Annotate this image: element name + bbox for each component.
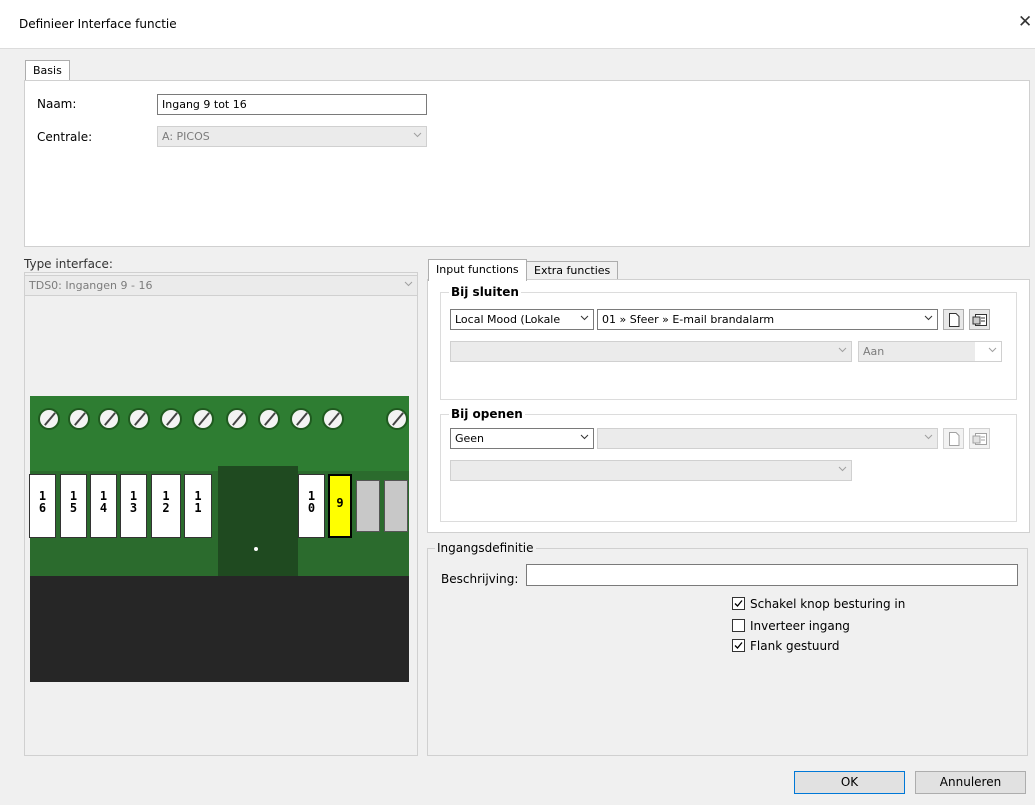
naam-label: Naam: (37, 97, 77, 111)
window-title: Definieer Interface functie (19, 17, 177, 31)
bij-sluiten-type-value: Local Mood (Lokale (455, 313, 561, 326)
type-interface-label: Type interface: (24, 257, 113, 271)
ok-button[interactable]: OK (794, 771, 905, 794)
checkbox-label: Schakel knop besturing in (750, 596, 906, 611)
pcb-top (30, 396, 409, 471)
type-interface-value: TDS0: Ingangen 9 - 16 (29, 279, 153, 292)
screw-icon (258, 408, 280, 430)
type-interface-select: TDS0: Ingangen 9 - 16 (24, 275, 418, 296)
checkbox-label: Flank gestuurd (750, 638, 840, 653)
chevron-down-icon (838, 464, 847, 473)
screw-icon (322, 408, 344, 430)
bij-sluiten-action-value: 01 » Sfeer » E-mail brandalarm (602, 313, 775, 326)
properties-icon (972, 313, 987, 326)
screw-icon (226, 408, 248, 430)
bij-openen-title: Bij openen (449, 407, 525, 421)
tab-extra-functies[interactable]: Extra functies (526, 261, 619, 280)
chevron-down-icon (404, 279, 413, 288)
pcb-dark-center (218, 466, 298, 576)
terminal-15[interactable]: 1 5 (60, 474, 87, 538)
bij-openen-action-select (597, 428, 938, 449)
checkbox-checked-icon[interactable] (732, 639, 745, 652)
checkbox-unchecked-icon[interactable] (732, 619, 745, 632)
checkbox-label: Inverteer ingang (750, 618, 850, 633)
bij-sluiten-state-select: Aan (858, 341, 1002, 362)
chevron-down-icon (924, 313, 933, 322)
checkbox-checked-icon[interactable] (732, 597, 745, 610)
chevron-down-icon (580, 313, 589, 322)
terminal-9[interactable]: 9 (328, 474, 352, 538)
new-document-button (943, 428, 964, 449)
chevron-down-icon (924, 432, 933, 441)
connector-block (384, 480, 408, 532)
bij-openen-type-select[interactable]: Geen (450, 428, 594, 449)
connector-block (356, 480, 380, 532)
document-icon (948, 431, 959, 446)
checkbox-flank-gestuurd[interactable]: Flank gestuurd (732, 638, 839, 653)
terminal-11[interactable]: 1 1 (184, 474, 212, 538)
beschrijving-label: Beschrijving: (441, 572, 519, 586)
checkbox-inverteer-ingang[interactable]: Inverteer ingang (732, 618, 850, 633)
properties-button (969, 428, 990, 449)
chevron-down-icon (413, 130, 422, 139)
document-icon (948, 312, 959, 327)
naam-input[interactable]: Ingang 9 tot 16 (157, 94, 427, 115)
bij-openen-type-value: Geen (455, 432, 485, 445)
centrale-select: A: PICOS (157, 126, 427, 147)
ingangsdefinitie-title: Ingangsdefinitie (435, 541, 536, 555)
bij-sluiten-type-select[interactable]: Local Mood (Lokale (450, 309, 594, 330)
screw-icon (68, 408, 90, 430)
screw-icon (192, 408, 214, 430)
terminal-12[interactable]: 1 2 (151, 474, 181, 538)
centrale-label: Centrale: (37, 130, 93, 144)
beschrijving-input[interactable] (526, 564, 1018, 586)
chevron-down-icon (988, 345, 997, 354)
cancel-button[interactable]: Annuleren (915, 771, 1026, 794)
centrale-value: A: PICOS (162, 130, 210, 143)
screw-icon (386, 408, 408, 430)
screw-icon (38, 408, 60, 430)
chevron-down-icon (580, 432, 589, 441)
screw-icon (290, 408, 312, 430)
terminal-10[interactable]: 1 0 (298, 474, 325, 538)
bij-sluiten-action-select[interactable]: 01 » Sfeer » E-mail brandalarm (597, 309, 938, 330)
screw-icon (160, 408, 182, 430)
bij-sluiten-sub-select (450, 341, 852, 362)
bij-openen-sub-select (450, 460, 852, 481)
screw-icon (98, 408, 120, 430)
chevron-down-icon (838, 345, 847, 354)
tab-input-functions[interactable]: Input functions (428, 259, 527, 281)
base (30, 576, 409, 682)
properties-icon (972, 432, 987, 445)
title-separator (0, 48, 1035, 49)
screw-icon (128, 408, 150, 430)
checkbox-schakel-knop[interactable]: Schakel knop besturing in (732, 596, 905, 611)
terminal-16[interactable]: 1 6 (29, 474, 56, 538)
terminal-14[interactable]: 1 4 (90, 474, 117, 538)
bij-sluiten-state-value: Aan (859, 342, 975, 361)
close-icon[interactable]: ✕ (1018, 14, 1032, 31)
new-document-button[interactable] (943, 309, 964, 330)
tab-basis[interactable]: Basis (25, 60, 70, 81)
terminal-13[interactable]: 1 3 (120, 474, 147, 538)
interface-image (30, 396, 409, 682)
properties-button[interactable] (969, 309, 990, 330)
pcb-dot (254, 547, 258, 551)
bij-sluiten-title: Bij sluiten (449, 285, 521, 299)
